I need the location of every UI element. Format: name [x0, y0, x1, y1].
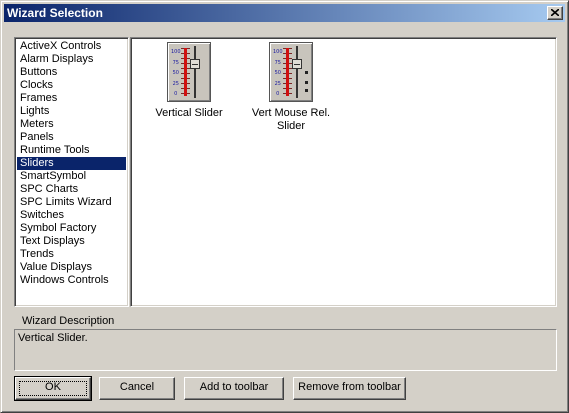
slider-scale-label: 50 — [172, 70, 179, 76]
slider-knob — [292, 59, 302, 69]
category-list[interactable]: ActiveX Controls Alarm Displays Buttons Clo… — [14, 37, 129, 307]
slider-scale: 100 75 50 25 0 — [273, 47, 283, 100]
category-item-switches[interactable]: Switches — [17, 209, 126, 222]
close-icon — [551, 9, 559, 16]
slider-scale-label: 75 — [172, 59, 179, 66]
slider-scale-label: 25 — [274, 80, 281, 87]
wizard-selection-dialog: Wizard Selection ActiveX Controls Alarm D… — [0, 0, 569, 413]
category-item-meters[interactable]: Meters — [17, 118, 126, 131]
category-item-trends[interactable]: Trends — [17, 248, 126, 261]
wizard-tile[interactable]: 100 75 50 25 0 Vertical Slider — [144, 42, 234, 120]
slider-scale: 100 75 50 25 0 — [171, 47, 181, 100]
wizard-tile-label: Vertical Slider — [155, 107, 223, 119]
slider-scale-label: 75 — [274, 59, 281, 66]
category-item-smartsymbol[interactable]: SmartSymbol — [17, 170, 126, 183]
category-item-panels[interactable]: Panels — [17, 131, 126, 144]
wizard-tile[interactable]: 100 75 50 25 0 Vert Mouse Rel. Slider — [246, 42, 336, 133]
ok-button[interactable]: OK — [14, 376, 92, 401]
slider-bar-red — [184, 48, 187, 96]
category-item-windows-controls[interactable]: Windows Controls — [17, 274, 126, 287]
category-item-runtime-tools[interactable]: Runtime Tools — [17, 144, 126, 157]
slider-scale-label: 25 — [172, 80, 179, 87]
category-item-clocks[interactable]: Clocks — [17, 79, 126, 92]
slider-indicator-dot — [305, 71, 308, 74]
category-item-sliders[interactable]: Sliders — [17, 157, 126, 170]
category-item-symbol-factory[interactable]: Symbol Factory — [17, 222, 126, 235]
slider-scale-label: 100 — [171, 49, 181, 55]
add-to-toolbar-button-label: Add to toolbar — [199, 381, 269, 393]
category-item-frames[interactable]: Frames — [17, 92, 126, 105]
category-item-alarm-displays[interactable]: Alarm Displays — [17, 53, 126, 66]
vertical-slider-icon: 100 75 50 25 0 — [167, 42, 211, 102]
category-item-spc-charts[interactable]: SPC Charts — [17, 183, 126, 196]
slider-scale-label: 100 — [273, 49, 283, 55]
title-bar[interactable]: Wizard Selection — [4, 4, 565, 22]
category-item-text-displays[interactable]: Text Displays — [17, 235, 126, 248]
slider-scale-label: 0 — [174, 91, 178, 97]
slider-track — [194, 46, 196, 98]
category-item-spc-limits-wizard[interactable]: SPC Limits Wizard — [17, 196, 126, 209]
slider-indicator-dot — [305, 81, 308, 84]
focus-rectangle — [19, 381, 87, 396]
remove-from-toolbar-button-label: Remove from toolbar — [298, 381, 401, 393]
slider-indicator-dot — [305, 89, 308, 92]
cancel-button[interactable]: Cancel — [99, 377, 175, 400]
wizard-tile-label: Vert Mouse Rel. Slider — [251, 107, 331, 132]
window-title: Wizard Selection — [7, 6, 103, 20]
slider-bar-red — [286, 48, 289, 96]
category-item-value-displays[interactable]: Value Displays — [17, 261, 126, 274]
slider-scale-label: 0 — [276, 91, 280, 97]
wizard-description-label: Wizard Description — [22, 315, 115, 327]
slider-scale-label: 50 — [274, 70, 281, 76]
category-item-activex-controls[interactable]: ActiveX Controls — [17, 40, 126, 53]
vert-mouse-rel-slider-icon: 100 75 50 25 0 — [269, 42, 313, 102]
remove-from-toolbar-button[interactable]: Remove from toolbar — [293, 377, 406, 400]
slider-knob — [190, 59, 200, 69]
wizard-description-box: Vertical Slider. — [14, 329, 557, 371]
close-button[interactable] — [547, 6, 563, 20]
wizard-description-text: Vertical Slider. — [18, 332, 88, 344]
add-to-toolbar-button[interactable]: Add to toolbar — [184, 377, 284, 400]
category-item-lights[interactable]: Lights — [17, 105, 126, 118]
cancel-button-label: Cancel — [119, 381, 155, 393]
slider-track — [296, 46, 298, 98]
category-item-buttons[interactable]: Buttons — [17, 66, 126, 79]
wizard-gallery: 100 75 50 25 0 Vertical Slider 100 75 50 25 0 Vert … — [130, 37, 557, 307]
